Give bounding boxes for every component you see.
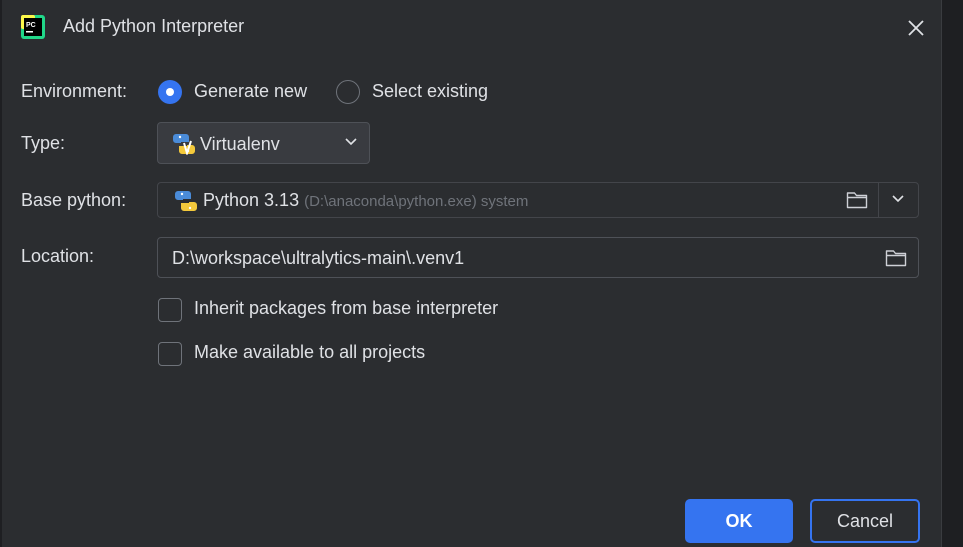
add-python-interpreter-dialog: PC Add Python Interpreter Environment: G…	[0, 0, 963, 547]
ok-button[interactable]: OK	[685, 499, 793, 543]
make-available-label[interactable]: Make available to all projects	[194, 342, 425, 363]
pycharm-logo-icon: PC	[21, 15, 45, 39]
type-dropdown[interactable]: Virtualenv	[157, 122, 370, 164]
location-label: Location:	[21, 246, 95, 266]
dialog-title: Add Python Interpreter	[63, 16, 245, 36]
location-value: D:\workspace\ultralytics-main\.venv1	[172, 248, 465, 268]
folder-icon[interactable]	[885, 248, 907, 268]
close-icon	[908, 20, 924, 36]
radio-generate-new[interactable]	[158, 80, 182, 104]
chevron-down-icon	[345, 138, 357, 146]
logo-text: PC	[26, 22, 36, 29]
virtualenv-python-icon	[173, 134, 195, 155]
base-python-path: (D:\anaconda\python.exe) system	[304, 193, 529, 210]
cancel-button[interactable]: Cancel	[810, 499, 920, 543]
background-window-strip	[941, 0, 963, 547]
inherit-packages-label[interactable]: Inherit packages from base interpreter	[194, 298, 498, 319]
environment-label: Environment:	[21, 81, 128, 101]
base-python-field[interactable]: Python 3.13 (D:\anaconda\python.exe) sys…	[157, 182, 919, 218]
field-separator	[878, 183, 879, 217]
radio-select-existing-label[interactable]: Select existing	[372, 81, 488, 102]
radio-select-existing[interactable]	[336, 80, 360, 104]
inherit-packages-checkbox[interactable]	[158, 298, 182, 322]
chevron-down-icon[interactable]	[891, 194, 905, 204]
base-python-value: Python 3.13 (D:\anaconda\python.exe) sys…	[203, 190, 528, 211]
type-label: Type:	[21, 133, 66, 153]
python-icon	[175, 191, 197, 211]
location-input[interactable]: D:\workspace\ultralytics-main\.venv1	[157, 237, 919, 278]
base-python-label: Base python:	[21, 190, 127, 210]
left-edge	[0, 0, 2, 547]
base-python-version: Python 3.13	[203, 190, 300, 210]
close-button[interactable]	[902, 14, 930, 42]
title-bar: PC Add Python Interpreter	[0, 0, 941, 56]
type-dropdown-value: Virtualenv	[200, 134, 280, 154]
folder-icon[interactable]	[846, 190, 868, 210]
radio-generate-new-label[interactable]: Generate new	[194, 81, 307, 102]
make-available-checkbox[interactable]	[158, 342, 182, 366]
